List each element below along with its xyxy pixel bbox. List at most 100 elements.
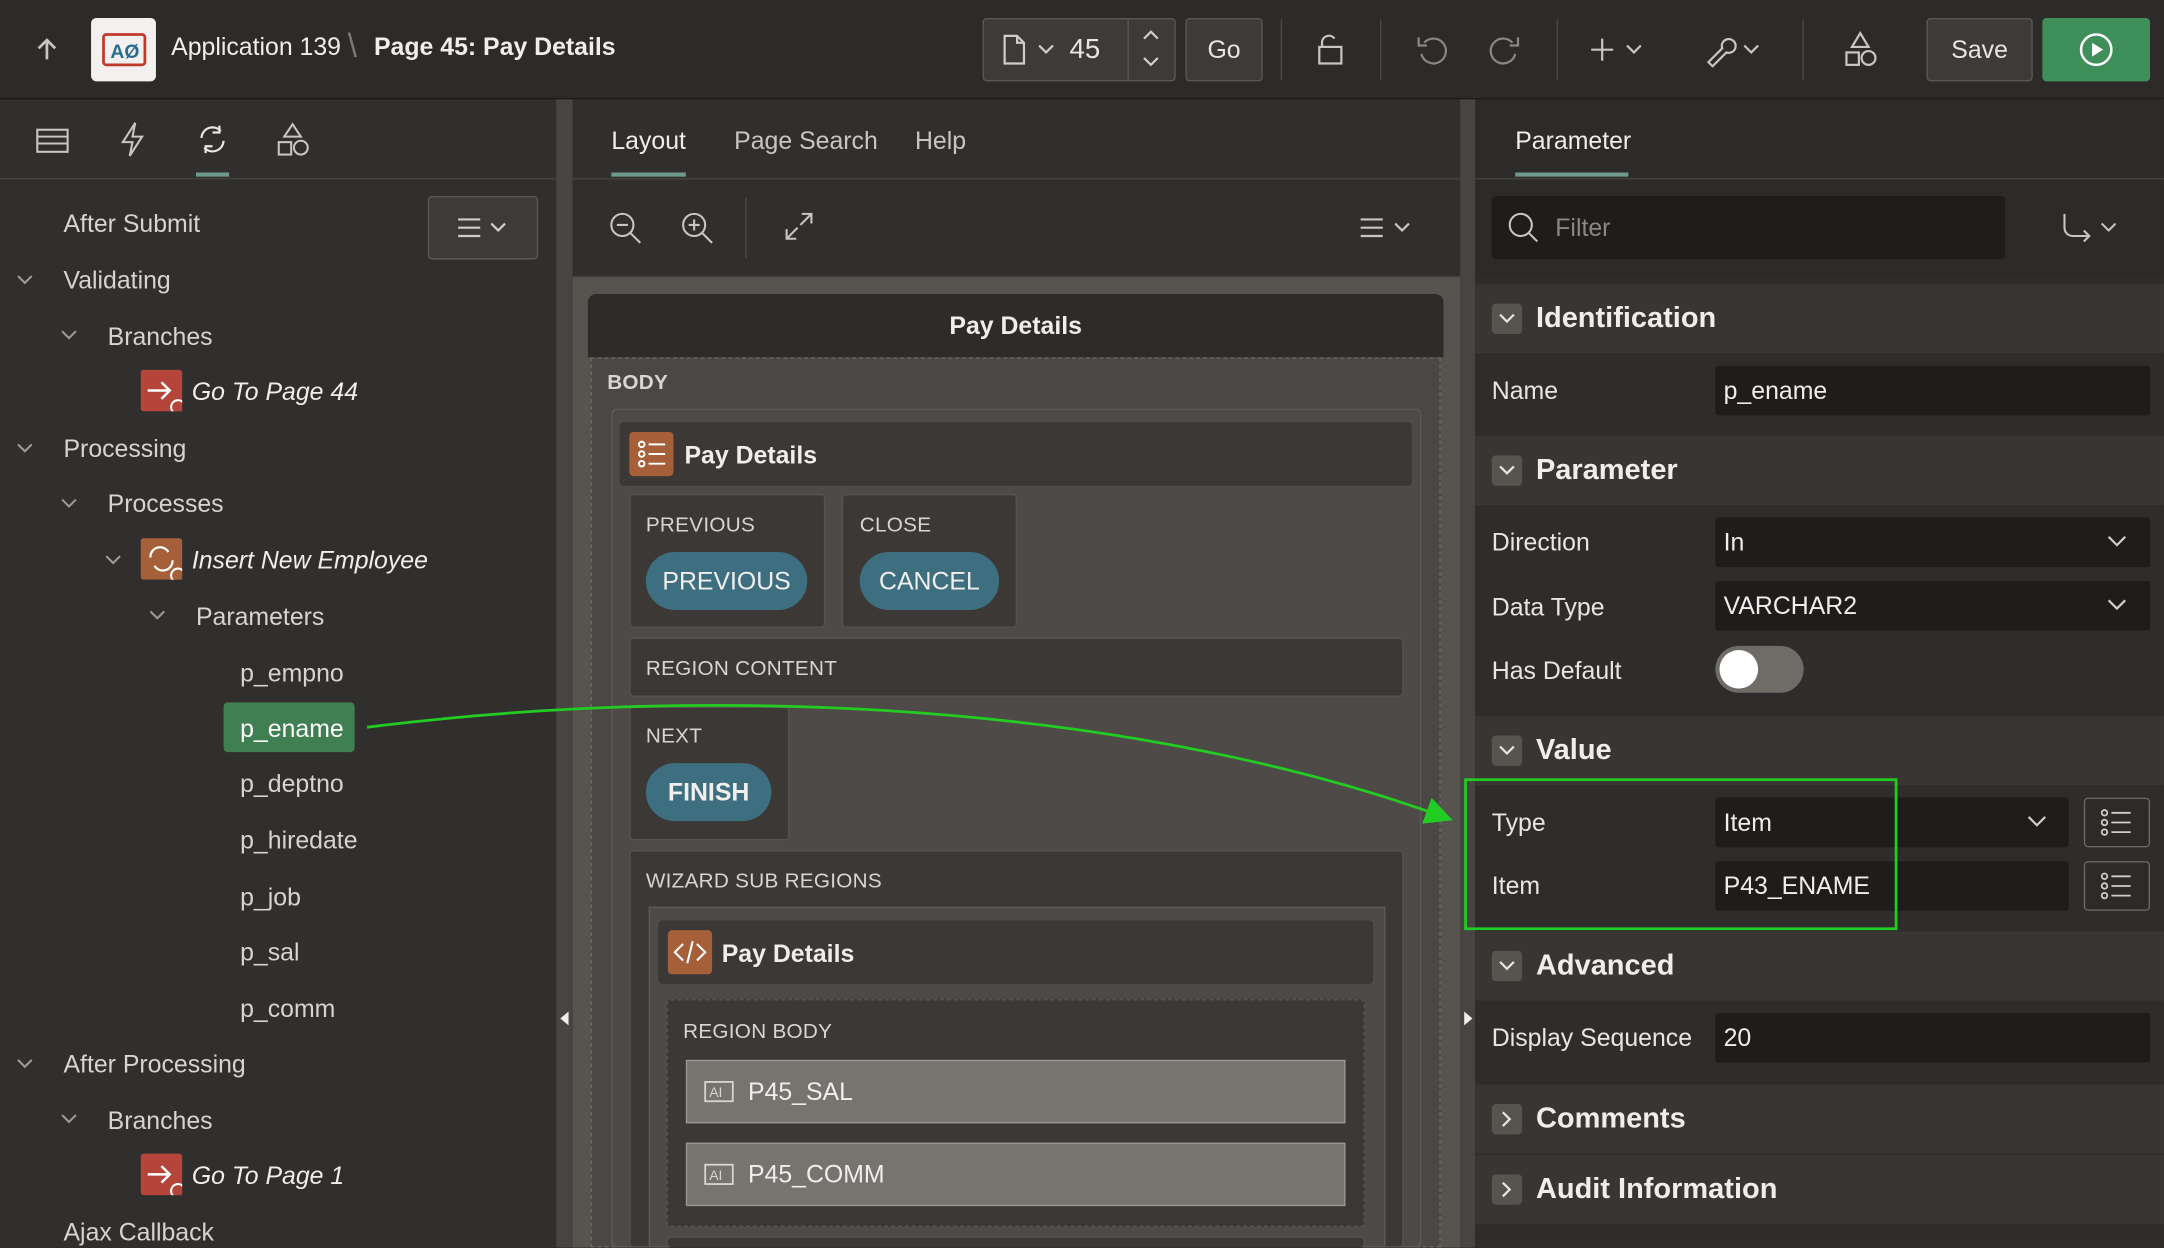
cancel-button[interactable]: CANCEL <box>859 552 1000 610</box>
lock-icon[interactable] <box>1304 25 1354 75</box>
section-identification[interactable]: Identification <box>1475 284 2164 354</box>
tree-insert-new-employee[interactable]: Insert New Employee <box>192 546 428 575</box>
chevron-down-icon[interactable] <box>1491 735 1523 766</box>
name-field[interactable]: p_ename <box>1715 365 2151 416</box>
section-comments[interactable]: Comments <box>1475 1084 2164 1154</box>
tree-param-p-ename[interactable]: p_ename <box>240 715 344 744</box>
chevron-down-icon[interactable] <box>15 270 34 289</box>
zoom-in-icon[interactable] <box>679 210 715 246</box>
tree-menu-button[interactable] <box>427 195 539 260</box>
tab-help[interactable]: Help <box>915 127 966 156</box>
tree-branches[interactable]: Branches <box>108 323 213 352</box>
list-icon <box>2100 807 2133 837</box>
chevron-right-icon[interactable] <box>1491 1104 1523 1135</box>
app-icon[interactable]: AØ <box>91 17 156 82</box>
has-default-toggle[interactable] <box>1715 645 1804 693</box>
tree-param-p-deptno[interactable]: p_deptno <box>240 770 344 799</box>
tree-parameters[interactable]: Parameters <box>196 603 324 632</box>
section-value[interactable]: Value <box>1475 716 2164 786</box>
chevron-down-icon[interactable] <box>2106 533 2128 550</box>
datatype-select[interactable]: VARCHAR2 <box>1715 580 2151 631</box>
chevron-down-icon[interactable] <box>15 1054 34 1073</box>
tree-validating[interactable]: Validating <box>63 266 170 295</box>
redo-icon[interactable] <box>1479 25 1529 75</box>
chevron-down-icon[interactable] <box>59 494 78 513</box>
process-icon <box>140 538 183 580</box>
chevron-down-icon[interactable] <box>59 1110 78 1129</box>
close-slot-label: CLOSE <box>859 513 932 537</box>
page-number-input[interactable]: 45 <box>1070 34 1101 66</box>
section-audit-information[interactable]: Audit Information <box>1475 1155 2164 1225</box>
section-advanced[interactable]: Advanced <box>1475 931 2164 1001</box>
next-slot-label: NEXT <box>645 724 703 748</box>
chevron-down-icon[interactable] <box>2106 596 2128 613</box>
page-header-region[interactable]: Pay Details <box>587 293 1444 358</box>
tree-param-p-empno[interactable]: p_empno <box>240 660 344 689</box>
create-menu-icon[interactable] <box>1587 25 1656 75</box>
item-p45-sal[interactable]: AI P45_SAL <box>685 1059 1346 1124</box>
application-name[interactable]: Application 139 <box>171 33 341 62</box>
tree-go-to-page-1[interactable]: Go To Page 1 <box>192 1162 344 1191</box>
page-up-icon[interactable] <box>1141 28 1160 42</box>
section-title: Value <box>1535 734 1612 766</box>
right-splitter[interactable] <box>1460 99 1476 1248</box>
datatype-value: VARCHAR2 <box>1723 591 1858 619</box>
undo-icon[interactable] <box>1408 25 1458 75</box>
type-list-button[interactable] <box>2083 797 2151 848</box>
go-to-group-icon[interactable] <box>2060 211 2123 244</box>
chevron-down-icon[interactable] <box>148 606 167 625</box>
collapse-left-icon[interactable] <box>559 1010 570 1027</box>
expand-icon[interactable] <box>782 210 815 243</box>
section-parameter[interactable]: Parameter <box>1475 436 2164 506</box>
shared-components-tab-icon[interactable] <box>275 121 311 157</box>
tree-branches-2[interactable]: Branches <box>108 1107 213 1136</box>
chevron-right-icon[interactable] <box>1491 1174 1523 1205</box>
shared-components-icon[interactable] <box>1835 25 1885 75</box>
tree-after-submit[interactable]: After Submit <box>63 210 200 239</box>
run-page-button[interactable] <box>2042 17 2151 82</box>
chevron-down-icon[interactable] <box>1491 950 1523 982</box>
chevron-down-icon[interactable] <box>104 551 123 570</box>
utilities-wrench-icon[interactable] <box>1700 25 1769 75</box>
wizard-sub-regions-label: WIZARD SUB REGIONS <box>645 869 882 893</box>
display-sequence-field[interactable]: 20 <box>1715 1012 2151 1063</box>
item-list-button[interactable] <box>2083 861 2151 911</box>
collapse-right-icon[interactable] <box>1463 1010 1474 1027</box>
chevron-down-icon[interactable] <box>1491 455 1523 486</box>
chevron-down-icon[interactable] <box>1491 303 1523 334</box>
processing-tab-icon[interactable] <box>195 121 231 157</box>
section-title: Audit Information <box>1535 1173 1778 1205</box>
chevron-down-icon[interactable] <box>59 326 78 345</box>
svg-text:AI: AI <box>709 1085 722 1100</box>
tree-processing[interactable]: Processing <box>63 435 186 464</box>
direction-value: In <box>1723 527 1745 556</box>
up-arrow-icon[interactable] <box>22 25 72 75</box>
tab-page-search[interactable]: Page Search <box>734 127 878 156</box>
tab-parameter[interactable]: Parameter <box>1515 127 1631 156</box>
page-down-icon[interactable] <box>1141 55 1160 69</box>
chevron-down-icon[interactable] <box>2026 813 2048 830</box>
zoom-out-icon[interactable] <box>607 210 643 246</box>
tree-param-p-job[interactable]: p_job <box>240 883 301 912</box>
item-p45-comm[interactable]: AI P45_COMM <box>685 1142 1346 1207</box>
tree-go-to-page-44[interactable]: Go To Page 44 <box>192 378 358 407</box>
direction-select[interactable]: In <box>1715 517 2151 568</box>
previous-button[interactable]: PREVIOUS <box>645 552 808 610</box>
tree-processes[interactable]: Processes <box>108 490 224 519</box>
tree-after-processing[interactable]: After Processing <box>63 1050 245 1079</box>
tree-ajax-callback[interactable]: Ajax Callback <box>63 1219 213 1248</box>
tree-param-p-sal[interactable]: p_sal <box>240 938 299 967</box>
save-button[interactable]: Save <box>1926 17 2033 82</box>
tab-layout[interactable]: Layout <box>611 127 686 156</box>
dynamic-actions-tab-icon[interactable] <box>119 121 147 157</box>
tree-param-p-hiredate[interactable]: p_hiredate <box>240 827 357 856</box>
finish-button[interactable]: FINISH <box>645 763 772 822</box>
text-field-icon: AI <box>704 1163 734 1185</box>
left-splitter[interactable] <box>556 99 573 1248</box>
layout-menu-icon[interactable] <box>1358 215 1416 240</box>
rendering-tab-icon[interactable] <box>36 127 69 155</box>
go-button[interactable]: Go <box>1185 17 1263 82</box>
tree-param-p-comm[interactable]: p_comm <box>240 995 335 1024</box>
chevron-down-icon[interactable] <box>15 439 34 458</box>
page-selector[interactable]: 45 <box>982 17 1176 82</box>
